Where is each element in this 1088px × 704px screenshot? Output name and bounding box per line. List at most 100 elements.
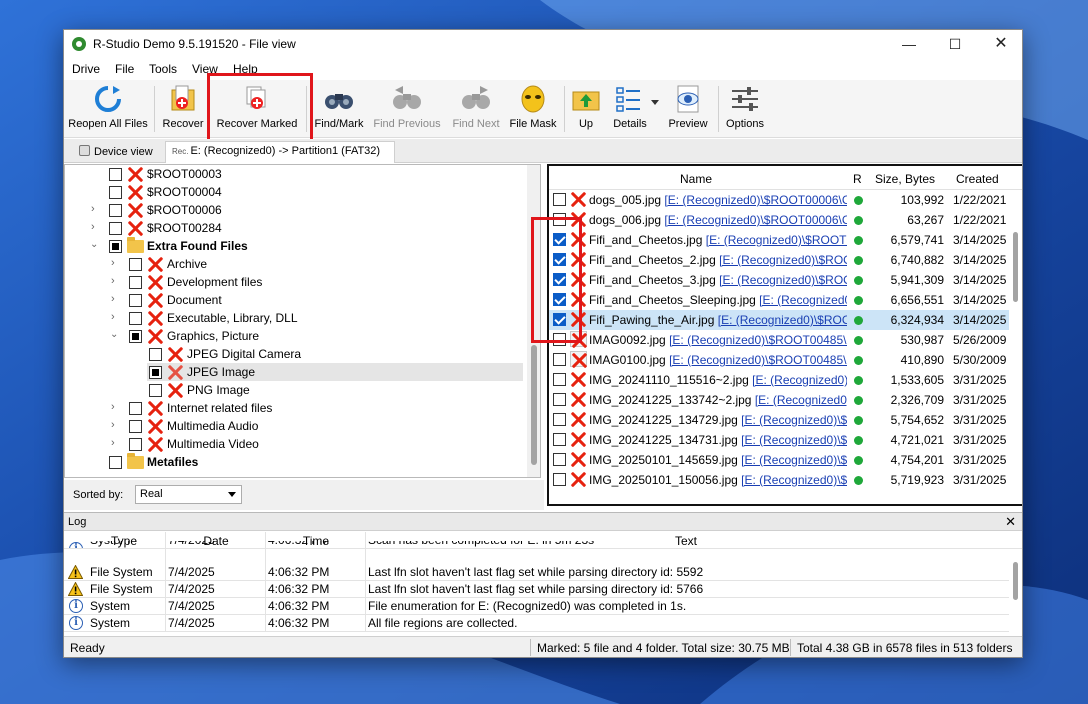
tree-item[interactable]: › Multimedia Video (65, 435, 527, 453)
tree-checkbox[interactable] (129, 438, 142, 451)
tree-item[interactable]: $ROOT00003 (65, 165, 527, 183)
column-size[interactable]: Size, Bytes (875, 172, 935, 186)
file-path-link[interactable]: [E: (Recognized0)\$RO (741, 433, 847, 447)
file-path-link[interactable]: [E: (Recognized0)\$ROOT00006\Con (664, 193, 847, 207)
tree-checkbox[interactable] (129, 312, 142, 325)
chevron-right-icon[interactable]: › (111, 311, 121, 323)
file-checkbox[interactable] (553, 453, 566, 466)
file-path-link[interactable]: [E: (Recognized0)\ (759, 293, 847, 307)
file-row[interactable]: dogs_006.jpg [E: (Recognized0)\$ROOT0000… (549, 210, 1009, 230)
recover-marked-button[interactable]: Recover Marked (214, 84, 300, 136)
scrollbar-thumb[interactable] (531, 345, 537, 465)
file-row[interactable]: Fifi_and_Cheetos.jpg [E: (Recognized0)\$… (549, 230, 1009, 250)
file-row[interactable]: IMG_20241225_134729.jpg [E: (Recognized0… (549, 410, 1009, 430)
tree-checkbox[interactable] (109, 222, 122, 235)
file-checkbox[interactable] (553, 433, 566, 446)
recover-button[interactable]: Recover (160, 84, 206, 136)
file-checkbox[interactable] (553, 293, 566, 306)
file-row[interactable]: IMAG0100.jpg [E: (Recognized0)\$ROOT0048… (549, 350, 1009, 370)
tab-partition[interactable]: Rec. E: (Recognized0) -> Partition1 (FAT3… (165, 141, 395, 163)
log-row[interactable]: File System 7/4/2025 4:06:32 PM Last lfn sl… (64, 564, 1009, 581)
file-row[interactable]: Fifi_Pawing_the_Air.jpg [E: (Recognized0… (549, 310, 1009, 330)
tree-item[interactable]: ⌄ Graphics, Picture (65, 327, 527, 345)
file-checkbox[interactable] (553, 413, 566, 426)
tree-item-selected[interactable]: JPEG Image (147, 363, 523, 381)
tree-item[interactable]: › $ROOT00284 (65, 219, 527, 237)
tree-item[interactable]: › Archive (65, 255, 527, 273)
menu-drive[interactable]: Drive (72, 62, 100, 76)
file-path-link[interactable]: [E: (Recognized0)\$ROOT00485\IM (669, 333, 847, 347)
file-checkbox[interactable] (553, 253, 566, 266)
file-list-scrollbar[interactable] (1009, 190, 1022, 504)
chevron-right-icon[interactable]: › (111, 401, 121, 413)
file-checkbox[interactable] (553, 313, 566, 326)
file-path-link[interactable]: [E: (Recognized0)\$ROOT00006\Con (664, 213, 847, 227)
file-path-link[interactable]: [E: (Recognized0)\$RO (741, 473, 847, 487)
menu-tools[interactable]: Tools (149, 62, 177, 76)
column-name[interactable]: Name (680, 172, 712, 186)
file-row[interactable]: Fifi_and_Cheetos_3.jpg [E: (Recognized0)… (549, 270, 1009, 290)
chevron-down-icon[interactable]: ⌄ (110, 329, 120, 340)
chevron-right-icon[interactable]: › (111, 293, 121, 305)
close-button[interactable]: ✕ (978, 30, 1022, 59)
chevron-right-icon[interactable]: › (111, 275, 121, 287)
tab-device-view[interactable]: Device view (72, 141, 160, 163)
file-path-link[interactable]: [E: (Recognized0)\$ROOT (719, 273, 847, 287)
menu-file[interactable]: File (115, 62, 134, 76)
file-row[interactable]: IMG_20250101_150056.jpg [E: (Recognized0… (549, 470, 1009, 490)
tree-item[interactable]: Metafiles (65, 453, 527, 471)
close-icon[interactable]: ✕ (1005, 514, 1016, 530)
tree-item[interactable]: › Development files (65, 273, 527, 291)
tree-checkbox[interactable] (149, 348, 162, 361)
tree-checkbox[interactable] (149, 384, 162, 397)
tree-checkbox[interactable] (109, 168, 122, 181)
file-row[interactable]: IMG_20241225_133742~2.jpg [E: (Recognize… (549, 390, 1009, 410)
find-mark-button[interactable]: Find/Mark (312, 84, 366, 136)
file-row[interactable]: dogs_005.jpg [E: (Recognized0)\$ROOT0000… (549, 190, 1009, 210)
file-row[interactable]: IMG_20250101_145659.jpg [E: (Recognized0… (549, 450, 1009, 470)
file-mask-button[interactable]: File Mask (508, 84, 558, 136)
tree-checkbox[interactable] (129, 258, 142, 271)
log-row[interactable]: i System 7/4/2025 4:06:32 PM File enumeratio… (64, 598, 1009, 615)
file-path-link[interactable]: [E: (Recognized0)\$F (752, 373, 847, 387)
file-row[interactable]: Fifi_and_Cheetos_2.jpg [E: (Recognized0)… (549, 250, 1009, 270)
details-button[interactable]: Details (607, 84, 653, 136)
tree-checkbox[interactable] (109, 240, 122, 253)
file-checkbox[interactable] (553, 393, 566, 406)
file-path-link[interactable]: [E: (Recognized0)\$ROOT00485\IM (669, 353, 847, 367)
file-row[interactable]: IMG_20241225_134731.jpg [E: (Recognized0… (549, 430, 1009, 450)
file-checkbox[interactable] (553, 333, 566, 346)
log-row[interactable]: i System 7/4/2025 4:06:32 PM All file region… (64, 615, 1009, 632)
tree-item[interactable]: › $ROOT00006 (65, 201, 527, 219)
tree-checkbox[interactable] (129, 330, 142, 343)
tree-item[interactable]: › Multimedia Audio (65, 417, 527, 435)
file-checkbox[interactable] (553, 373, 566, 386)
tree-checkbox[interactable] (109, 186, 122, 199)
file-checkbox[interactable] (553, 193, 566, 206)
chevron-right-icon[interactable]: › (91, 221, 101, 233)
log-scrollbar[interactable] (1009, 550, 1022, 632)
file-path-link[interactable]: [E: (Recognized0)\$RO (741, 413, 847, 427)
file-row[interactable]: Fifi_and_Cheetos_Sleeping.jpg [E: (Recog… (549, 290, 1009, 310)
file-path-link[interactable]: [E: (Recognized0)\$ROOT00 (706, 233, 847, 247)
sort-select[interactable]: Real (135, 485, 242, 504)
file-path-link[interactable]: [E: (Recognized0)\$F (755, 393, 847, 407)
tree-checkbox[interactable] (109, 204, 122, 217)
tree-item[interactable]: › Internet related files (65, 399, 527, 417)
chevron-right-icon[interactable]: › (91, 203, 101, 215)
log-row[interactable]: i System 7/4/2025 4:06:32 PM Scan has been c… (64, 541, 1009, 549)
chevron-down-icon[interactable]: ⌄ (90, 239, 100, 250)
tree-checkbox[interactable] (129, 276, 142, 289)
file-row[interactable]: IMG_20241110_115516~2.jpg [E: (Recognize… (549, 370, 1009, 390)
tree-item[interactable]: › Document (65, 291, 527, 309)
options-button[interactable]: Options (722, 84, 768, 136)
log-row[interactable]: File System 7/4/2025 4:06:32 PM Last lfn sl… (64, 581, 1009, 598)
chevron-right-icon[interactable]: › (111, 437, 121, 449)
tree-checkbox[interactable] (129, 420, 142, 433)
find-next-button[interactable]: Find Next (448, 84, 504, 136)
up-button[interactable]: Up (568, 84, 604, 136)
file-checkbox[interactable] (553, 213, 566, 226)
menu-help[interactable]: Help (233, 62, 258, 76)
tree-item[interactable]: ⌄ Extra Found Files (65, 237, 527, 255)
tree-item[interactable]: JPEG Digital Camera (65, 345, 527, 363)
